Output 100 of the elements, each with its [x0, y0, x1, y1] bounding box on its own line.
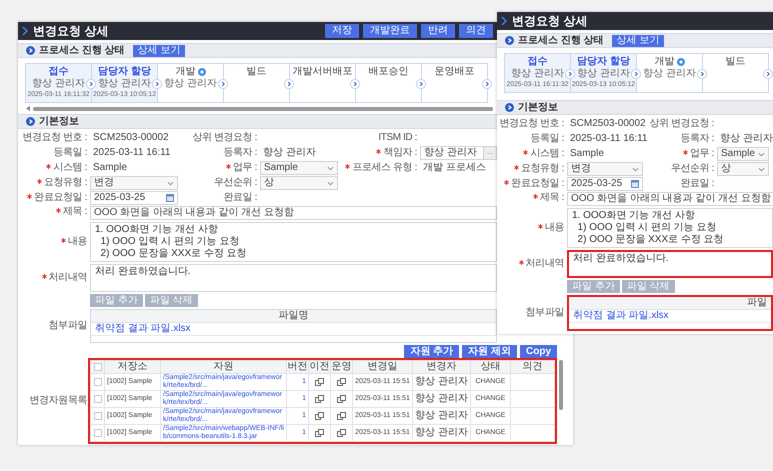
chevron-circle-icon[interactable] — [350, 79, 360, 89]
chevron-circle-icon[interactable] — [697, 69, 707, 79]
select-field[interactable]: 상 — [717, 162, 769, 176]
step-assignee: 향상 관리자 — [164, 78, 217, 90]
chevron-down-icon — [758, 152, 765, 156]
file-link[interactable]: 취약점 결과 파일.xlsx — [95, 323, 191, 335]
field-label: 우선순위 : — [214, 177, 257, 189]
window-title: 변경요청 상세 — [33, 24, 108, 38]
field-label: 등록자 : — [680, 133, 714, 145]
toolbar-button[interactable]: 저장 — [325, 24, 359, 38]
column-header: 변경자 — [412, 360, 470, 374]
chevron-down-icon — [327, 180, 334, 186]
field-label: 내용 — [544, 222, 564, 234]
field-label: 상위 변경요청 : — [192, 132, 257, 144]
chevron-circle-icon[interactable] — [565, 69, 575, 79]
detail-button[interactable]: 상세 보기 — [132, 44, 186, 56]
select-field[interactable]: 상 — [260, 176, 338, 190]
select-field[interactable]: 변경 — [90, 176, 178, 190]
step-name: 담당자 할당 — [577, 56, 630, 68]
field-label: 변경요청 번호 : — [499, 118, 564, 130]
date-field[interactable]: 2025-03-25 — [567, 177, 643, 191]
field-label: 완료일 : — [223, 192, 257, 204]
field-label: 변경요청 번호 : — [22, 132, 87, 144]
toolbar-button[interactable]: 반려 — [421, 24, 455, 38]
select-field[interactable]: 변경 — [567, 162, 643, 176]
field-label: 등록일 : — [530, 133, 564, 145]
checkbox[interactable] — [94, 412, 102, 420]
detail-button[interactable]: 상세 보기 — [612, 34, 664, 46]
text-area[interactable]: 1. OOO화면 기능 개선 사항 1) OOO 입력 시 편의 기능 요청 2) OOO 문장을 XXX로 수정 요청 — [567, 208, 773, 248]
chevron-right-icon — [22, 26, 28, 36]
select-field[interactable]: Sample — [260, 161, 338, 175]
chevron-circle-icon[interactable] — [86, 79, 96, 89]
table-cell: 향상 관리자 — [412, 390, 470, 408]
step-name: 개발서버배포 — [292, 66, 352, 78]
column-header: 자원 — [160, 360, 286, 374]
chevron-circle-icon[interactable] — [763, 69, 773, 79]
chevron-circle-icon[interactable] — [284, 79, 294, 89]
column-header: 파일명 — [278, 310, 308, 322]
chevron-circle-icon[interactable] — [218, 79, 228, 89]
section-title: 프로세스 진행 상태 — [518, 34, 604, 46]
resource-button[interactable]: 자원 추가 — [404, 345, 460, 358]
chevron-down-icon — [327, 166, 334, 170]
select-field[interactable]: Sample — [717, 147, 769, 161]
input-field[interactable]: OOO 화면을 아래의 내용과 같이 개선 요청함 — [567, 192, 773, 206]
input-field[interactable]: OOO 화면을 아래의 내용과 같이 개선 요청함 — [90, 206, 497, 220]
field-label: 책임자 : — [383, 147, 417, 159]
checkbox[interactable] — [94, 429, 102, 437]
step-name: 개발 — [654, 56, 674, 68]
column-header: 변경일 — [352, 360, 412, 374]
field-label: 상위 변경요청 : — [649, 118, 714, 130]
circle-arrow-icon — [505, 36, 514, 45]
text-area[interactable]: 처리 완료하였습니다. — [90, 264, 497, 292]
resource-button[interactable]: Copy — [520, 345, 557, 358]
checkbox[interactable] — [94, 363, 102, 371]
checkbox[interactable] — [94, 395, 102, 403]
circle-arrow-icon — [26, 117, 35, 126]
chevron-circle-icon[interactable] — [631, 69, 641, 79]
step-name: 접수 — [528, 56, 548, 68]
step-name: 담당자 할당 — [98, 66, 151, 78]
field-label: 프로세스 유형 : — [352, 162, 417, 174]
field-value: 개발 프로세스 — [423, 162, 486, 174]
field-label: 내용 — [68, 236, 87, 248]
input-field[interactable]: 향상 관리자 — [420, 146, 484, 160]
field-label: 완료일 : — [680, 178, 714, 190]
info-icon[interactable] — [676, 58, 684, 66]
field-label: 첨부파일 — [526, 307, 564, 319]
checkbox[interactable] — [94, 378, 102, 386]
step-assignee: 향상 관리자 — [32, 78, 85, 90]
toolbar-button[interactable]: 의견 — [459, 24, 493, 38]
file-link[interactable]: 취약점 결과 파일.xlsx — [573, 310, 669, 322]
step-assignee: 향상 관리자 — [511, 68, 564, 80]
text-area[interactable]: 1. OOO화면 기능 개선 사항 1) OOO 입력 시 편의 기능 요청 2) OOO 문장을 XXX로 수정 요청 — [90, 222, 497, 262]
field-label: 업무 : — [690, 148, 714, 160]
chevron-down-icon — [758, 166, 765, 172]
chevron-circle-icon[interactable] — [416, 79, 426, 89]
chevron-circle-icon[interactable] — [482, 79, 492, 89]
step-name: 빌드 — [726, 56, 746, 68]
text-area[interactable]: 처리 완료하였습니다. — [567, 250, 773, 278]
chevron-circle-icon[interactable] — [152, 79, 162, 89]
field-label: 처리내역 — [48, 272, 87, 284]
info-icon[interactable] — [198, 68, 206, 76]
column-header: 저장소 — [104, 360, 160, 374]
resource-button[interactable]: 자원 제외 — [462, 345, 517, 358]
vertical-scrollbar[interactable] — [559, 360, 563, 410]
field-label: 업무 : — [233, 162, 257, 174]
step-assignee: 향상 관리자 — [98, 78, 151, 90]
field-value: SCM2503-00002 — [93, 132, 169, 144]
triangle-left-icon[interactable] — [26, 106, 30, 111]
column-header: 의견 — [510, 360, 554, 374]
date-field[interactable]: 2025-03-25 — [90, 191, 178, 205]
calendar-icon — [166, 194, 174, 202]
column-header: 상태 — [470, 360, 510, 374]
chevron-down-icon — [632, 166, 639, 172]
toolbar-button[interactable]: 개발완료 — [363, 24, 417, 38]
column-header: 운영 — [330, 360, 352, 374]
table-cell: 향상 관리자 — [412, 374, 470, 390]
column-header: 버전 — [286, 360, 308, 374]
field-value: SCM2503-00002 — [570, 118, 646, 130]
window-title: 변경요청 상세 — [512, 14, 588, 28]
field-label: 변경자원목록 — [29, 395, 87, 407]
